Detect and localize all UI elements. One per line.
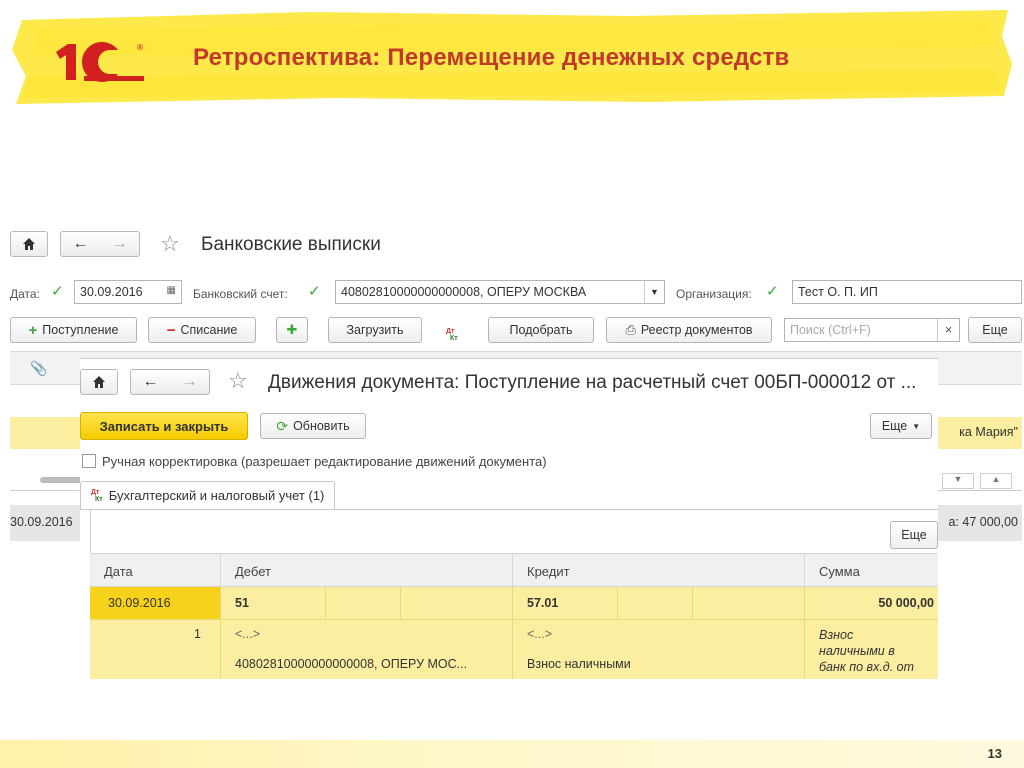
- row-date: 30.09.2016: [108, 596, 171, 610]
- save-and-close-button[interactable]: Записать и закрыть: [80, 412, 248, 440]
- footer-date: 30.09.2016: [10, 515, 73, 529]
- plus-icon: +: [28, 321, 38, 339]
- col-credit[interactable]: Кредит: [512, 554, 804, 588]
- manual-correction-label: Ручная корректировка (разрешает редактир…: [102, 454, 547, 469]
- back-arrow-icon[interactable]: ←: [143, 373, 159, 391]
- scroll-down-icon[interactable]: ▼: [942, 473, 974, 489]
- movements-grid-header: Дата Дебет Кредит Сумма: [90, 553, 938, 588]
- attachment-icon: 📎: [30, 360, 48, 376]
- org-checkbox[interactable]: ✓: [766, 284, 780, 299]
- dropdown-arrow-icon[interactable]: ▼: [644, 281, 664, 303]
- add-document-button[interactable]: ✚: [276, 317, 308, 343]
- account-field[interactable]: 40802810000000000008, ОПЕРУ МОСКВА ▼: [335, 280, 665, 304]
- account-label: Банковский счет:: [193, 287, 288, 301]
- writeoff-label: Списание: [180, 323, 238, 337]
- add-document-icon: ✚: [286, 322, 298, 337]
- sum-note-line-3: банк по вх.д. от: [819, 660, 915, 674]
- debit-subconto: <...>: [235, 627, 261, 641]
- row-sum: 50 000,00: [878, 596, 934, 610]
- tab-more-button[interactable]: Еще: [890, 521, 938, 549]
- svg-text:®: ®: [136, 43, 144, 52]
- more-label: Еще: [881, 419, 908, 433]
- org-label: Организация:: [676, 287, 752, 301]
- date-field[interactable]: 30.09.2016 ▦: [74, 280, 182, 304]
- registry-button[interactable]: ⎙ Реестр документов: [606, 317, 772, 343]
- movement-row[interactable]: 30.09.2016 51 57.01 50 000,00 1 <...> <.…: [90, 587, 938, 679]
- movements-window-title: Движения документа: Поступление на расче…: [268, 372, 917, 393]
- slide-title: Ретроспектива: Перемещение денежных сред…: [193, 44, 790, 71]
- history-nav[interactable]: ← →: [60, 231, 140, 257]
- row-debit: 51: [235, 596, 249, 610]
- sum-note: Взнос наличными в банк по вх.д. от: [819, 627, 914, 675]
- favorite-star-icon[interactable]: ☆: [228, 368, 248, 394]
- debit-account: 40802810000000000008, ОПЕРУ МОС...: [235, 657, 468, 671]
- sum-note-line-1: Взнос: [819, 628, 854, 642]
- refresh-icon: ⟳: [276, 417, 289, 434]
- row-number: 1: [194, 627, 201, 641]
- minus-icon: −: [166, 321, 176, 339]
- org-value: Тест О. П. ИП: [798, 285, 878, 299]
- sum-note-line-2: наличными в: [819, 644, 895, 658]
- account-value: 40802810000000000008, ОПЕРУ МОСКВА: [341, 285, 587, 299]
- back-arrow-icon[interactable]: ←: [73, 235, 89, 253]
- movements-home-button[interactable]: [80, 369, 118, 395]
- account-checkbox[interactable]: ✓: [308, 284, 322, 299]
- more-button[interactable]: Еще: [968, 317, 1022, 343]
- favorite-star-icon[interactable]: ☆: [160, 231, 180, 257]
- col-date[interactable]: Дата: [90, 554, 220, 588]
- row-credit: 57.01: [527, 596, 559, 610]
- manual-correction-checkbox[interactable]: [82, 454, 96, 468]
- bank-window-title: Банковские выписки: [201, 234, 381, 255]
- clear-search-icon[interactable]: ×: [937, 319, 959, 341]
- footer-total: а: 47 000,00: [948, 515, 1018, 529]
- date-value: 30.09.2016: [80, 285, 143, 299]
- row-partial-text: ка Мария": [959, 425, 1018, 439]
- refresh-button[interactable]: ⟳ Обновить: [260, 413, 366, 439]
- home-icon: [23, 238, 35, 250]
- document-movements-window: ← → ☆ Движения документа: Поступление на…: [80, 358, 938, 679]
- writeoff-button[interactable]: − Списание: [148, 317, 256, 343]
- dt-kt-icon: Дт Кт: [91, 488, 103, 503]
- home-button[interactable]: [10, 231, 48, 257]
- search-placeholder: Поиск (Ctrl+F): [790, 323, 871, 337]
- credit-subconto: <...>: [527, 627, 553, 641]
- scroll-up-icon[interactable]: ▲: [980, 473, 1012, 489]
- calendar-icon[interactable]: ▦: [167, 285, 176, 299]
- refresh-label: Обновить: [293, 419, 350, 433]
- col-sum[interactable]: Сумма: [804, 554, 938, 588]
- movements-history-nav[interactable]: ← →: [130, 369, 210, 395]
- tab-accounting[interactable]: Дт Кт Бухгалтерский и налоговый учет (1): [80, 481, 336, 509]
- movements-more-button[interactable]: Еще ▼: [870, 413, 932, 439]
- printer-icon: ⎙: [625, 322, 636, 337]
- 1c-logo: ®: [56, 42, 144, 82]
- page-number: 13: [987, 746, 1002, 761]
- home-icon: [93, 376, 105, 388]
- tab-baseline: [80, 509, 938, 510]
- org-field[interactable]: Тест О. П. ИП: [792, 280, 1022, 304]
- tab-accounting-label: Бухгалтерский и налоговый учет (1): [108, 488, 325, 503]
- dt-kt-icon[interactable]: Дт Кт: [446, 320, 458, 342]
- forward-arrow-icon[interactable]: →: [182, 373, 198, 391]
- receipt-label: Поступление: [42, 323, 119, 337]
- date-label: Дата:: [10, 287, 40, 301]
- pick-button[interactable]: Подобрать: [488, 317, 594, 343]
- footer-band: [0, 740, 1024, 768]
- date-checkbox[interactable]: ✓: [51, 284, 65, 299]
- forward-arrow-icon[interactable]: →: [112, 235, 128, 253]
- registry-label: Реестр документов: [640, 323, 753, 337]
- col-debit[interactable]: Дебет: [220, 554, 512, 588]
- search-input[interactable]: Поиск (Ctrl+F) ×: [784, 318, 960, 342]
- chevron-down-icon: ▼: [912, 421, 921, 431]
- credit-note: Взнос наличными: [527, 657, 631, 671]
- load-button[interactable]: Загрузить: [328, 317, 422, 343]
- receipt-button[interactable]: + Поступление: [10, 317, 137, 343]
